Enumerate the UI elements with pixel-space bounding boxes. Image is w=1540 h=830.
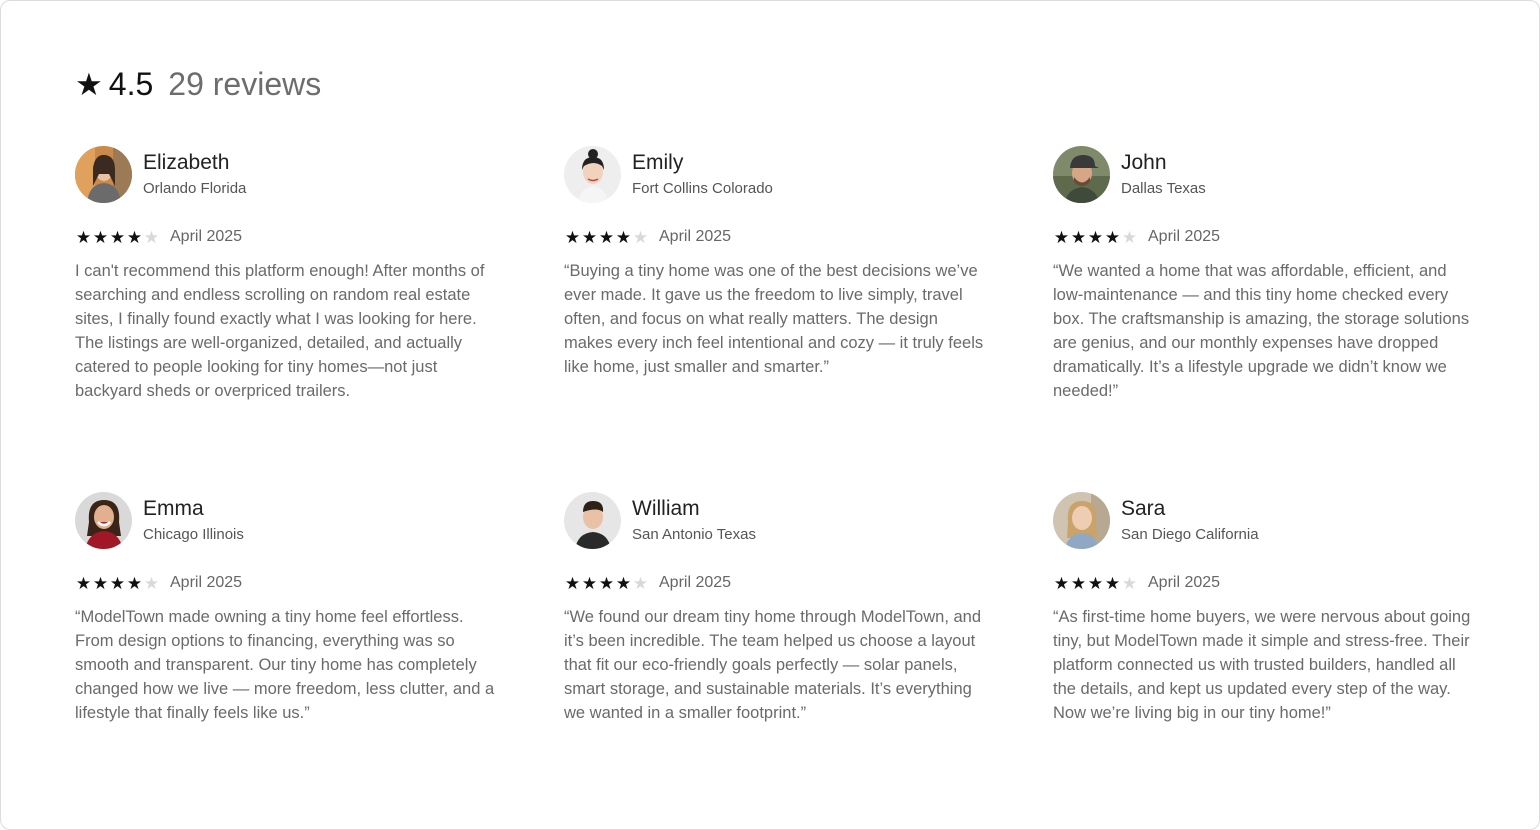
review-date: April 2025 xyxy=(170,228,243,245)
star-filled-icon: ★ xyxy=(1104,573,1121,593)
reviewer-header: Emily Fort Collins Colorado xyxy=(564,145,994,203)
avatar xyxy=(75,491,132,549)
review-card: Elizabeth Orlando Florida ★ ★ ★ ★ ★ April 20… xyxy=(75,145,505,403)
star-rating: ★ ★ ★ ★ ★ xyxy=(564,229,649,246)
average-rating: 4.5 xyxy=(108,65,154,102)
review-card: Sara San Diego California ★ ★ ★ ★ ★ April 20… xyxy=(1053,491,1483,725)
review-text: “We found our dream tiny home through Mo… xyxy=(564,608,982,722)
star-filled-icon: ★ xyxy=(598,573,615,593)
star-empty-icon: ★ xyxy=(143,227,160,247)
avatar xyxy=(564,491,621,549)
star-filled-icon: ★ xyxy=(1053,227,1070,247)
star-empty-icon: ★ xyxy=(632,573,649,593)
star-filled-icon: ★ xyxy=(75,227,92,247)
review-date: April 2025 xyxy=(1148,574,1221,591)
star-empty-icon: ★ xyxy=(143,573,160,593)
star-filled-icon: ★ xyxy=(1070,573,1087,593)
reviewer-name: Emma xyxy=(143,497,204,520)
reviewer-header: William San Antonio Texas xyxy=(564,491,994,549)
rating-row: ★ ★ ★ ★ ★ April 2025 xyxy=(1053,225,1483,249)
star-rating: ★ ★ ★ ★ ★ xyxy=(75,575,160,592)
reviews-panel: ★ 4.5 29 reviews Elizabeth Orlando Flori… xyxy=(0,0,1540,830)
star-filled-icon: ★ xyxy=(126,227,143,247)
star-filled-icon: ★ xyxy=(109,573,126,593)
star-filled-icon: ★ xyxy=(92,573,109,593)
reviewer-location: San Diego California xyxy=(1121,526,1259,543)
review-card: Emily Fort Collins Colorado ★ ★ ★ ★ ★ April … xyxy=(564,145,994,379)
review-date: April 2025 xyxy=(659,574,732,591)
star-rating: ★ ★ ★ ★ ★ xyxy=(1053,229,1138,246)
rating-row: ★ ★ ★ ★ ★ April 2025 xyxy=(75,571,505,595)
reviewer-location: Fort Collins Colorado xyxy=(632,180,773,197)
star-rating: ★ ★ ★ ★ ★ xyxy=(564,575,649,592)
reviewer-header: John Dallas Texas xyxy=(1053,145,1483,203)
star-filled-icon: ★ xyxy=(92,227,109,247)
star-rating: ★ ★ ★ ★ ★ xyxy=(75,229,160,246)
reviewer-name: Emily xyxy=(632,151,684,174)
star-filled-icon: ★ xyxy=(1087,573,1104,593)
reviewer-header: Emma Chicago Illinois xyxy=(75,491,505,549)
reviewer-name: Sara xyxy=(1121,497,1166,520)
rating-row: ★ ★ ★ ★ ★ April 2025 xyxy=(75,225,505,249)
star-filled-icon: ★ xyxy=(75,573,92,593)
rating-summary: ★ 4.5 29 reviews xyxy=(75,61,321,107)
rating-row: ★ ★ ★ ★ ★ April 2025 xyxy=(1053,571,1483,595)
reviewer-location: Dallas Texas xyxy=(1121,180,1206,197)
reviewer-header: Elizabeth Orlando Florida xyxy=(75,145,505,203)
review-count: 29 reviews xyxy=(168,65,322,102)
review-text: I can't recommend this platform enough! … xyxy=(75,262,485,400)
reviewer-name: Elizabeth xyxy=(143,151,230,174)
star-filled-icon: ★ xyxy=(109,227,126,247)
avatar xyxy=(564,145,621,203)
star-filled-icon: ★ xyxy=(615,227,632,247)
star-empty-icon: ★ xyxy=(632,227,649,247)
star-filled-icon: ★ xyxy=(126,573,143,593)
review-card: Emma Chicago Illinois ★ ★ ★ ★ ★ April 2025 “… xyxy=(75,491,505,725)
star-filled-icon: ★ xyxy=(1070,227,1087,247)
review-card: William San Antonio Texas ★ ★ ★ ★ ★ April 20… xyxy=(564,491,994,725)
star-filled-icon: ★ xyxy=(564,227,581,247)
star-filled-icon: ★ xyxy=(598,227,615,247)
review-text: “As first-time home buyers, we were nerv… xyxy=(1053,608,1471,722)
reviewer-location: Orlando Florida xyxy=(143,180,247,197)
star-filled-icon: ★ xyxy=(581,227,598,247)
review-text: “ModelTown made owning a tiny home feel … xyxy=(75,608,495,722)
review-date: April 2025 xyxy=(659,228,732,245)
review-text: “We wanted a home that was affordable, e… xyxy=(1053,262,1470,400)
avatar xyxy=(1053,145,1110,203)
review-date: April 2025 xyxy=(1148,228,1221,245)
review-date: April 2025 xyxy=(170,574,243,591)
star-rating: ★ ★ ★ ★ ★ xyxy=(1053,575,1138,592)
rating-row: ★ ★ ★ ★ ★ April 2025 xyxy=(564,571,994,595)
star-empty-icon: ★ xyxy=(1121,573,1138,593)
avatar xyxy=(1053,491,1110,549)
star-empty-icon: ★ xyxy=(1121,227,1138,247)
star-filled-icon: ★ xyxy=(615,573,632,593)
reviewer-name: John xyxy=(1121,151,1167,174)
reviewer-location: San Antonio Texas xyxy=(632,526,756,543)
reviewer-header: Sara San Diego California xyxy=(1053,491,1483,549)
star-icon: ★ xyxy=(75,66,103,102)
star-filled-icon: ★ xyxy=(1104,227,1121,247)
review-card: John Dallas Texas ★ ★ ★ ★ ★ April 2025 “We w… xyxy=(1053,145,1483,403)
reviewer-name: William xyxy=(632,497,700,520)
avatar xyxy=(75,145,132,203)
review-text: “Buying a tiny home was one of the best … xyxy=(564,262,984,376)
star-filled-icon: ★ xyxy=(581,573,598,593)
star-filled-icon: ★ xyxy=(1087,227,1104,247)
star-filled-icon: ★ xyxy=(564,573,581,593)
reviewer-location: Chicago Illinois xyxy=(143,526,244,543)
rating-row: ★ ★ ★ ★ ★ April 2025 xyxy=(564,225,994,249)
star-filled-icon: ★ xyxy=(1053,573,1070,593)
